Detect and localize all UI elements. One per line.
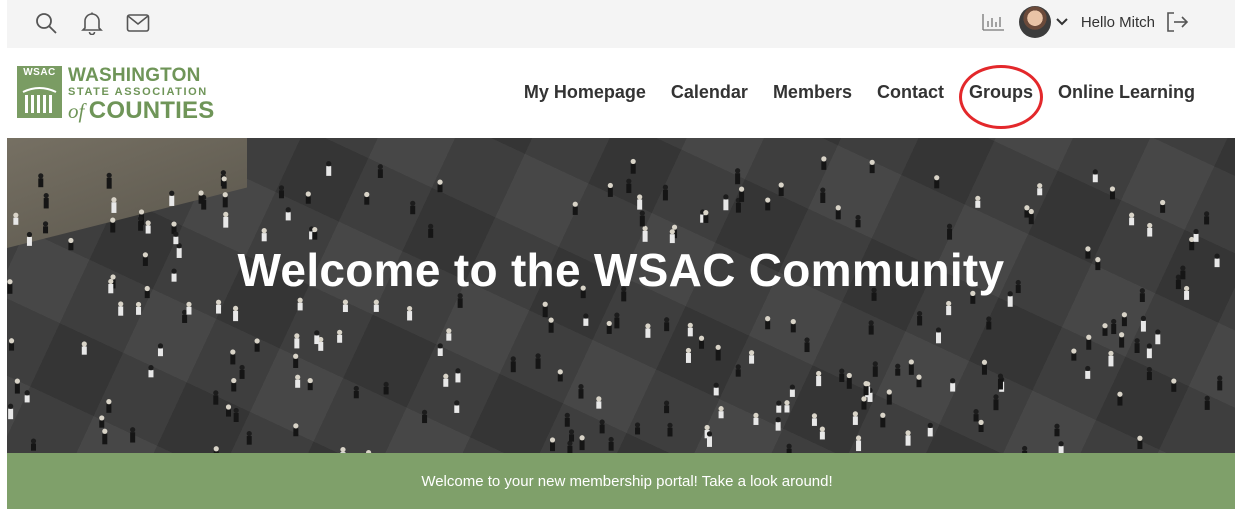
capitol-columns-icon [22, 87, 57, 113]
chevron-down-icon[interactable] [1055, 15, 1069, 29]
search-icon[interactable] [33, 10, 59, 36]
utility-right: Hello Mitch [981, 6, 1189, 38]
logo-mark: WSAC [17, 66, 62, 118]
logout-icon[interactable] [1165, 10, 1189, 34]
nav-calendar[interactable]: Calendar [671, 82, 748, 103]
logo-line-washington: WASHINGTON [68, 65, 201, 86]
logo-counties: COUNTIES [88, 97, 215, 124]
analytics-icon[interactable] [981, 12, 1005, 32]
hero-title: Welcome to the WSAC Community [237, 244, 1005, 296]
site-header: WSAC WASHINGTON STATE ASSOCIATION of COU… [7, 48, 1235, 138]
logo-wordmark: WASHINGTON STATE ASSOCIATION of COUNTIES [68, 66, 214, 123]
hero-banner: Welcome to the WSAC Community [7, 138, 1235, 453]
logo-line-counties: of COUNTIES [68, 99, 214, 123]
nav-contact[interactable]: Contact [877, 82, 944, 103]
utility-left-icons [33, 10, 151, 36]
main-nav: My Homepage Calendar Members Contact Gro… [499, 65, 1195, 129]
avatar[interactable] [1018, 6, 1051, 38]
nav-online-learning[interactable]: Online Learning [1058, 82, 1195, 103]
nav-members[interactable]: Members [773, 82, 852, 103]
utility-bar: Hello Mitch [7, 0, 1235, 48]
nav-groups[interactable]: Groups [958, 65, 1043, 129]
mail-icon[interactable] [125, 10, 151, 36]
bell-icon[interactable] [79, 10, 105, 36]
logo-of: of [68, 99, 85, 123]
nav-my-homepage[interactable]: My Homepage [524, 82, 646, 103]
logo-tag: WSAC [23, 67, 56, 78]
user-greeting[interactable]: Hello Mitch [1081, 14, 1155, 31]
site-logo[interactable]: WSAC WASHINGTON STATE ASSOCIATION of COU… [17, 66, 214, 123]
welcome-banner-text: Welcome to your new membership portal! T… [421, 472, 833, 490]
welcome-banner: Welcome to your new membership portal! T… [7, 453, 1235, 509]
